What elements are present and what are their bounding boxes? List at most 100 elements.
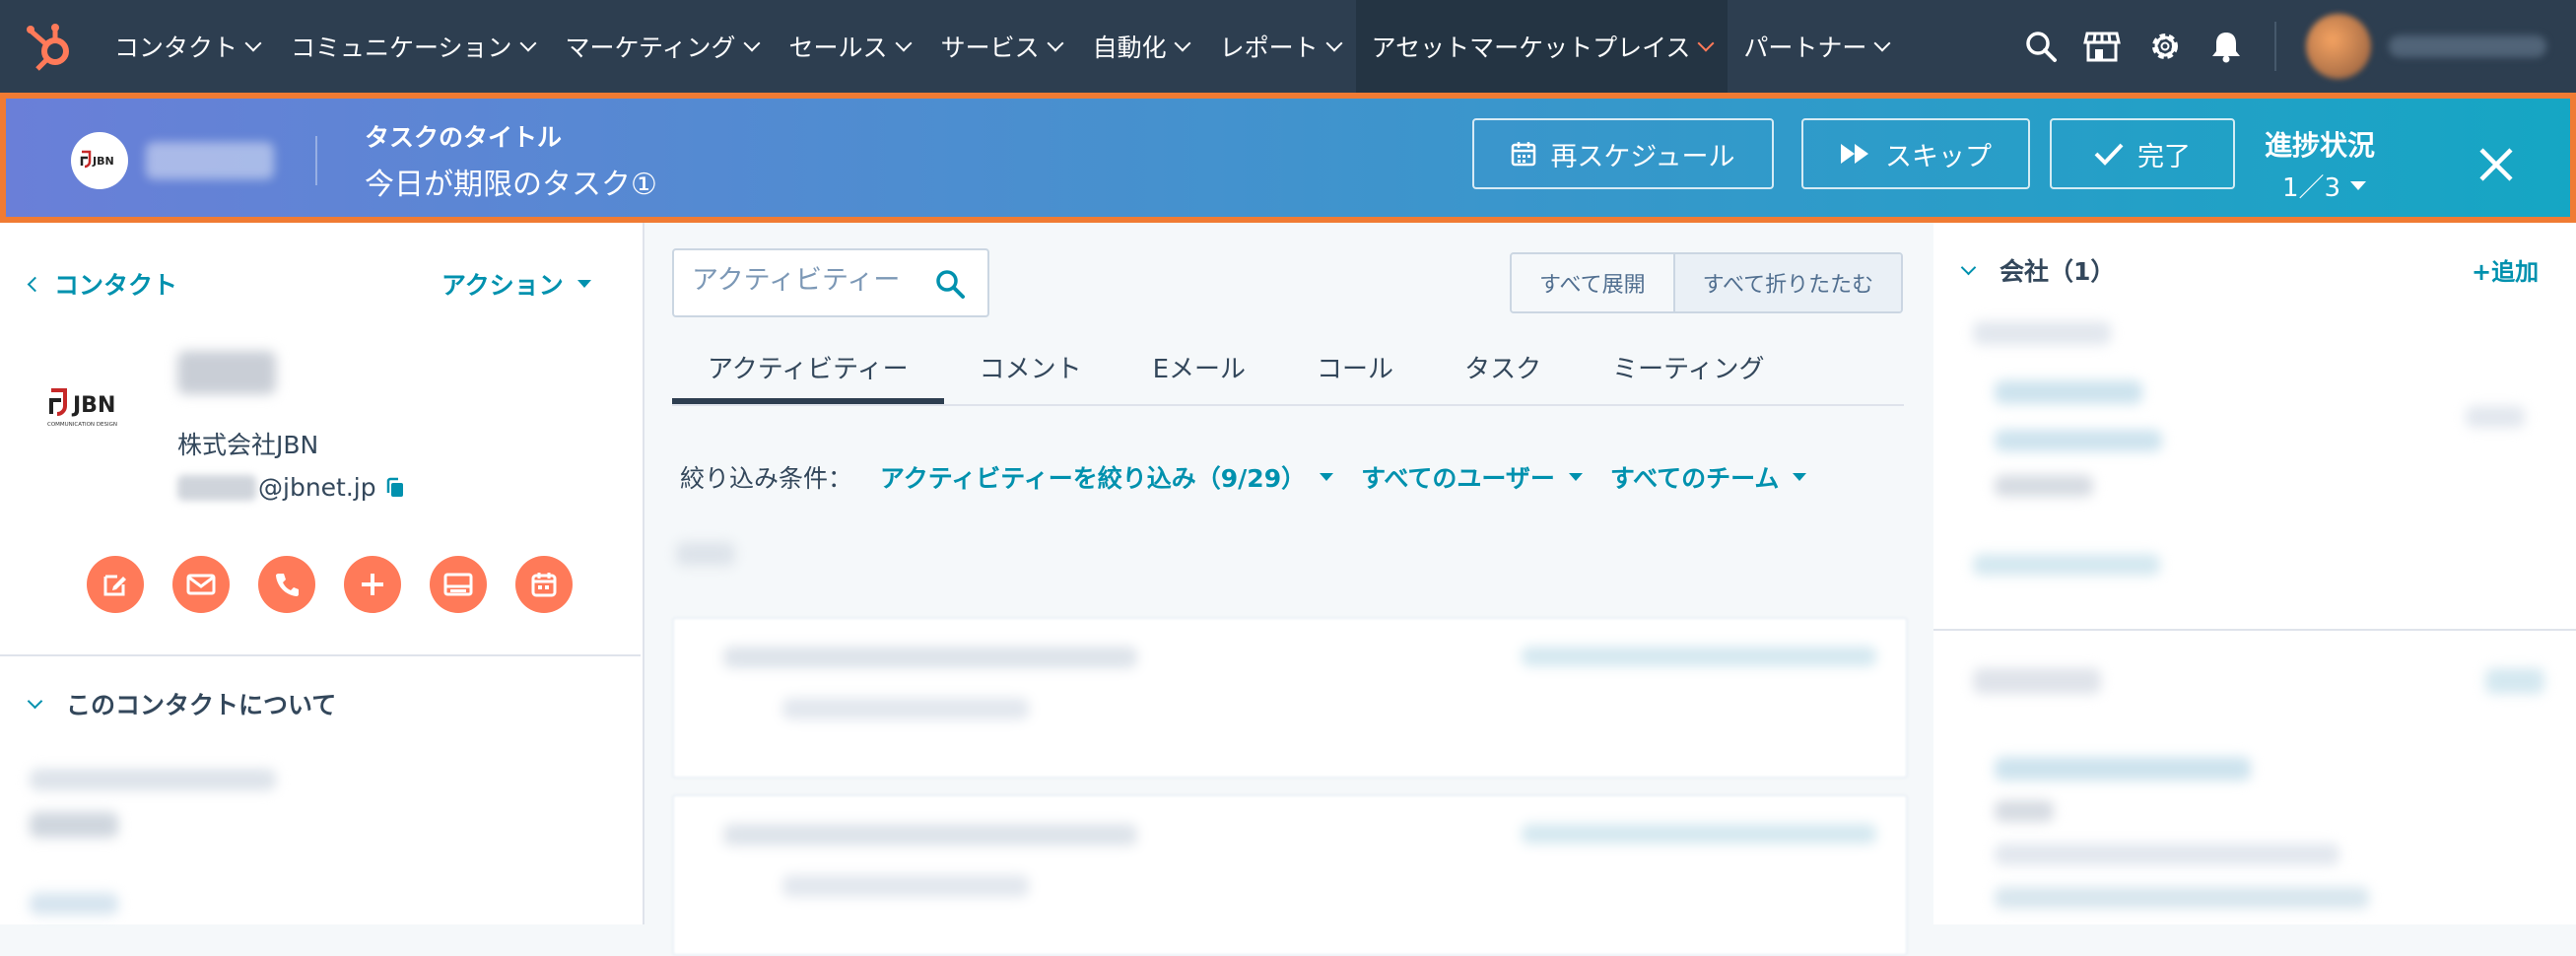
user-avatar[interactable] xyxy=(2306,14,2371,79)
add-company-button[interactable]: +追加 xyxy=(2472,252,2539,287)
caret-down-icon xyxy=(2350,181,2367,190)
filter-activity-dropdown[interactable]: アクティビティーを絞り込み（9/29） xyxy=(880,459,1334,495)
company-actions-blurred[interactable] xyxy=(2466,406,2525,428)
nav-item-marketing[interactable]: マーケティング xyxy=(550,0,774,93)
section-divider xyxy=(1933,629,2576,631)
chevron-down-icon xyxy=(1325,34,1343,52)
caret-down-icon xyxy=(1793,473,1807,481)
activity-card-blurred[interactable] xyxy=(672,617,1908,779)
progress-dropdown[interactable]: 1／3 xyxy=(2282,168,2367,204)
company-section-toggle[interactable]: 会社（1） xyxy=(1960,252,2115,288)
filter-users-dropdown[interactable]: すべてのユーザー xyxy=(1361,459,1583,495)
reschedule-button[interactable]: 再スケジュール xyxy=(1472,118,1774,189)
add-button[interactable] xyxy=(344,556,401,613)
contact-name-blurred xyxy=(177,351,276,394)
nav-item-contacts[interactable]: コンタクト xyxy=(99,0,275,93)
email-button[interactable] xyxy=(172,556,230,613)
task-title-label: タスクのタイトル xyxy=(365,123,563,152)
actions-dropdown[interactable]: アクション xyxy=(441,266,591,302)
company-logo: JBN xyxy=(71,132,128,189)
account-name-blurred[interactable] xyxy=(2389,35,2546,57)
email-local-blurred xyxy=(177,475,256,501)
note-button[interactable] xyxy=(87,556,144,613)
task-name: 今日が期限のタスク① xyxy=(365,168,657,202)
note-icon xyxy=(103,575,126,596)
chevron-down-icon xyxy=(244,34,262,52)
schedule-button[interactable] xyxy=(515,556,573,613)
tab-email[interactable]: Eメール xyxy=(1118,341,1281,404)
add-deal-blurred[interactable] xyxy=(2485,668,2544,694)
top-navigation: コンタクト コミュニケーション マーケティング セールス サービス 自動化 レポ… xyxy=(0,0,2576,93)
company-name-blurred[interactable] xyxy=(1995,380,2142,404)
company-phone-blurred xyxy=(1995,475,2093,497)
nav-item-sales[interactable]: セールス xyxy=(774,0,925,93)
contact-company-logo: JBN COMMUNICATION DESIGN xyxy=(47,388,117,428)
meeting-icon xyxy=(443,573,473,596)
nav-item-reports[interactable]: レポート xyxy=(1204,0,1356,93)
task-queue-bar: JBN タスクのタイトル 今日が期限のタスク① 再スケジュール スキップ 完了 … xyxy=(0,93,2576,223)
property-label-blurred xyxy=(30,893,118,915)
tab-activity[interactable]: アクティビティー xyxy=(672,341,944,404)
checkmark-icon xyxy=(2094,143,2124,166)
progress-label: 進捗状況 xyxy=(2265,129,2376,162)
about-contact-section-toggle[interactable]: このコンタクトについて xyxy=(27,686,336,721)
back-to-contacts-link[interactable]: コンタクト xyxy=(27,266,177,302)
settings-gear-icon[interactable] xyxy=(2146,28,2184,65)
deals-section-header-blurred[interactable] xyxy=(1973,668,2101,694)
contact-company: 株式会社JBN xyxy=(177,431,319,459)
chevron-down-icon xyxy=(1873,34,1891,52)
chevron-down-icon xyxy=(27,693,43,709)
expand-collapse-toggle: すべて展開 すべて折りたたむ xyxy=(1510,252,1904,313)
date-heading-blurred xyxy=(676,542,735,566)
notifications-bell-icon[interactable] xyxy=(2207,28,2245,65)
meeting-button[interactable] xyxy=(430,556,487,613)
search-icon[interactable] xyxy=(934,268,966,300)
property-label-blurred xyxy=(30,769,276,790)
tab-comments[interactable]: コメント xyxy=(944,341,1118,404)
associations-sidebar: 会社（1） +追加 xyxy=(1933,223,2576,924)
deal-name-blurred[interactable] xyxy=(1995,757,2251,781)
activity-card-blurred[interactable] xyxy=(672,794,1908,956)
marketplace-icon[interactable] xyxy=(2083,28,2121,65)
nav-item-communication[interactable]: コミュニケーション xyxy=(275,0,550,93)
deal-amount-blurred xyxy=(1995,800,2054,822)
search-icon[interactable] xyxy=(2022,28,2060,65)
hubspot-logo-icon[interactable] xyxy=(24,20,77,73)
tab-calls[interactable]: コール xyxy=(1281,341,1429,404)
calendar-icon xyxy=(1512,142,1536,167)
activity-search-input[interactable] xyxy=(690,264,930,297)
contact-name-blurred xyxy=(146,142,274,179)
close-icon[interactable] xyxy=(2475,144,2517,185)
view-all-link-blurred[interactable] xyxy=(1973,554,2160,576)
nav-divider xyxy=(2274,22,2276,71)
activity-search[interactable] xyxy=(672,248,989,317)
nav-item-service[interactable]: サービス xyxy=(925,0,1077,93)
complete-button[interactable]: 完了 xyxy=(2050,118,2235,189)
svg-text:JBN: JBN xyxy=(92,155,114,168)
filter-bar: 絞り込み条件： アクティビティーを絞り込み（9/29） すべてのユーザー すべて… xyxy=(680,459,1807,495)
nav-item-automation[interactable]: 自動化 xyxy=(1077,0,1204,93)
email-icon xyxy=(186,574,216,595)
chevron-down-icon xyxy=(1047,34,1064,52)
company-domain-blurred[interactable] xyxy=(1995,430,2162,451)
tab-tasks[interactable]: タスク xyxy=(1429,341,1577,404)
filter-teams-dropdown[interactable]: すべてのチーム xyxy=(1610,459,1807,495)
copy-icon[interactable] xyxy=(384,477,406,499)
chevron-left-icon xyxy=(27,276,43,292)
skip-button[interactable]: スキップ xyxy=(1801,118,2030,189)
chevron-down-icon xyxy=(895,34,913,52)
call-button[interactable] xyxy=(258,556,315,613)
tab-meetings[interactable]: ミーティング xyxy=(1577,341,1799,404)
nav-item-partner[interactable]: パートナー xyxy=(1728,0,1904,93)
collapse-all-button[interactable]: すべて折りたたむ xyxy=(1674,254,1902,311)
contact-sidebar: コンタクト アクション JBN COMMUNICATION DESIGN 株式会… xyxy=(0,223,644,924)
deal-stage-blurred xyxy=(1995,887,2369,909)
company-card-label-blurred xyxy=(1973,321,2111,345)
activity-tabs: アクティビティー コメント Eメール コール タスク ミーティング xyxy=(672,341,1904,406)
nav-item-asset-marketplace[interactable]: アセットマーケットプレイス xyxy=(1355,0,1729,93)
chevron-down-icon xyxy=(519,34,537,52)
section-divider xyxy=(0,654,641,656)
contact-email[interactable]: @jbnet.jp xyxy=(258,473,376,502)
property-value-blurred xyxy=(30,812,118,838)
expand-all-button[interactable]: すべて展開 xyxy=(1512,254,1675,311)
